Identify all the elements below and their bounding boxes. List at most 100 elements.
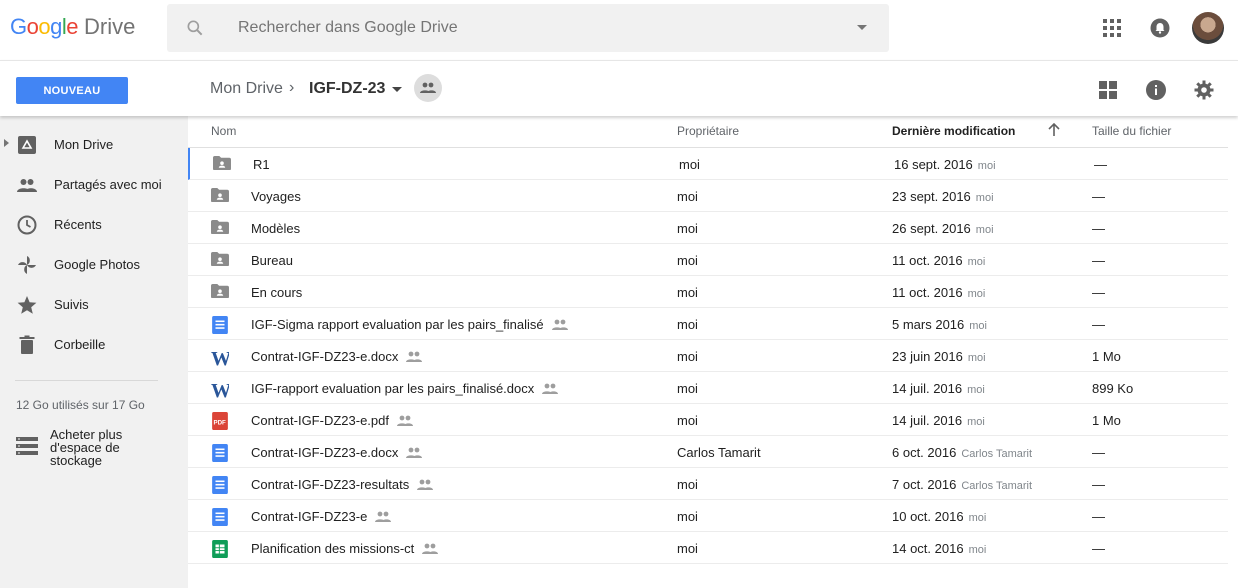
file-size: — (1092, 445, 1105, 460)
file-modified: 16 sept. 2016 moi (894, 157, 996, 172)
table-row[interactable]: En cours moi 11 oct. 2016 moi — (188, 276, 1228, 308)
modified-date: 23 sept. 2016 (892, 189, 971, 204)
modified-date: 10 oct. 2016 (892, 509, 964, 524)
shared-people-icon (406, 351, 423, 363)
file-owner: moi (677, 317, 698, 332)
word-doc-icon: W (211, 348, 231, 370)
table-row[interactable]: Contrat-IGF-DZ23-e moi 10 oct. 2016 moi — (188, 500, 1228, 532)
google-drive-logo[interactable]: Google Drive (10, 14, 135, 46)
file-name: IGF-Sigma rapport evaluation par les pai… (251, 317, 568, 332)
file-owner: moi (677, 541, 698, 556)
search-options-caret-icon[interactable] (857, 25, 867, 30)
avatar[interactable] (1192, 12, 1224, 44)
sidebar-item-trash[interactable]: Corbeille (0, 324, 188, 364)
google-sheet-icon (211, 540, 229, 558)
table-row[interactable]: IGF-Sigma rapport evaluation par les pai… (188, 308, 1228, 340)
storage-usage-text: 12 Go utilisés sur 17 Go (16, 398, 145, 412)
file-size: — (1092, 317, 1105, 332)
table-row[interactable]: PDF Contrat-IGF-DZ23-e.pdf moi 14 juil. 201… (188, 404, 1228, 436)
modified-by: moi (968, 512, 987, 524)
file-owner: moi (677, 221, 698, 236)
modified-date: 14 oct. 2016 (892, 541, 964, 556)
file-owner: moi (677, 509, 698, 524)
sidebar-item-recents[interactable]: Récents (0, 204, 188, 244)
google-doc-icon (211, 476, 229, 494)
file-modified: 26 sept. 2016 moi (892, 221, 994, 236)
file-name-text: Bureau (251, 253, 293, 268)
table-row[interactable]: R1 moi 16 sept. 2016 moi — (188, 148, 1228, 180)
file-name-text: Contrat-IGF-DZ23-e.docx (251, 445, 399, 460)
modified-date: 11 oct. 2016 (892, 253, 963, 268)
file-name-text: Contrat-IGF-DZ23-resultats (251, 477, 410, 492)
search-placeholder: Rechercher dans Google Drive (238, 19, 458, 36)
file-size: — (1092, 253, 1105, 268)
info-icon[interactable] (1146, 80, 1166, 100)
file-name-text: IGF-Sigma rapport evaluation par les pai… (251, 317, 544, 332)
sidebar-item-google-photos[interactable]: Google Photos (0, 244, 188, 284)
sidebar-item-mon-drive[interactable]: Mon Drive (0, 124, 188, 164)
modified-date: 5 mars 2016 (892, 317, 965, 332)
toolbar: NOUVEAU Mon Drive › IGF-DZ-23 (0, 60, 1238, 116)
file-size: — (1092, 189, 1105, 204)
modified-by: moi (967, 288, 986, 300)
word-doc-icon: W (211, 380, 231, 402)
shared-people-icon (406, 447, 423, 459)
shared-people-icon (397, 415, 413, 427)
shared-people-icon (375, 511, 392, 523)
file-name: Contrat-IGF-DZ23-e (251, 509, 392, 524)
table-row[interactable]: Planification des missions-ct moi 14 oct. … (188, 532, 1228, 564)
column-header-size[interactable]: Taille du fichier (1092, 124, 1171, 138)
file-size: — (1092, 285, 1105, 300)
file-size: 1 Mo (1092, 349, 1121, 364)
column-header-modified[interactable]: Dernière modification (892, 124, 1015, 138)
search-icon[interactable] (185, 18, 205, 38)
gear-icon[interactable] (1194, 80, 1214, 100)
sidebar-item-label: Google Photos (54, 257, 141, 272)
column-header-name[interactable]: Nom (211, 124, 236, 138)
shared-folder-icon (211, 284, 229, 300)
new-button[interactable]: NOUVEAU (16, 77, 128, 104)
search-input[interactable]: Rechercher dans Google Drive (167, 4, 889, 52)
file-modified: 5 mars 2016 moi (892, 317, 987, 332)
table-row[interactable]: W Contrat-IGF-DZ23-e.docx moi 23 juin 2016 m… (188, 340, 1228, 372)
sidebar-item-label: Mon Drive (54, 137, 114, 152)
column-header-owner[interactable]: Propriétaire (677, 124, 739, 138)
sidebar-item-shared[interactable]: Partagés avec moi (0, 164, 188, 204)
shared-folder-icon (213, 156, 231, 172)
modified-date: 23 juin 2016 (892, 349, 963, 364)
expand-arrow-icon[interactable] (4, 139, 9, 147)
file-name-text: Voyages (251, 189, 301, 204)
shared-people-icon (542, 383, 559, 395)
breadcrumb-current[interactable]: IGF-DZ-23 (309, 80, 385, 98)
file-owner: moi (677, 413, 698, 428)
file-name: Contrat-IGF-DZ23-e.docx (251, 349, 423, 364)
notifications-bell-icon[interactable] (1150, 18, 1170, 38)
table-row[interactable]: Contrat-IGF-DZ23-e.docx Carlos Tamarit 6 o… (188, 436, 1228, 468)
shared-folder-button[interactable] (414, 74, 442, 102)
logo-google-text: Google (10, 14, 79, 39)
table-row[interactable]: Modèles moi 26 sept. 2016 moi — (188, 212, 1228, 244)
grid-view-icon[interactable] (1099, 81, 1117, 99)
file-modified: 14 oct. 2016 moi (892, 541, 986, 556)
modified-by: moi (977, 160, 996, 172)
modified-date: 16 sept. 2016 (894, 157, 973, 172)
table-row[interactable]: W IGF-rapport evaluation par les pairs_fi… (188, 372, 1228, 404)
table-row[interactable]: Voyages moi 23 sept. 2016 moi — (188, 180, 1228, 212)
star-icon (17, 296, 37, 314)
file-name-text: Contrat-IGF-DZ23-e (251, 509, 368, 524)
buy-storage-link[interactable]: Acheter plus d'espace de stockage (16, 428, 176, 468)
table-row[interactable]: Contrat-IGF-DZ23-resultats moi 7 oct. 2016… (188, 468, 1228, 500)
file-name-text: Planification des missions-ct (251, 541, 415, 556)
modified-date: 6 oct. 2016 (892, 445, 957, 460)
file-owner: moi (677, 349, 698, 364)
breadcrumb-root[interactable]: Mon Drive (210, 80, 283, 98)
sort-ascending-arrow-icon[interactable] (1047, 123, 1061, 137)
table-row[interactable]: Bureau moi 11 oct. 2016 moi — (188, 244, 1228, 276)
folder-menu-caret-icon[interactable] (392, 87, 402, 92)
file-owner: moi (677, 477, 698, 492)
sidebar-item-starred[interactable]: Suivis (0, 284, 188, 324)
shared-people-icon (417, 479, 434, 491)
apps-grid-icon[interactable] (1103, 19, 1121, 37)
file-name-text: Contrat-IGF-DZ23-e.docx (251, 349, 399, 364)
file-modified: 11 oct. 2016 moi (892, 253, 985, 268)
